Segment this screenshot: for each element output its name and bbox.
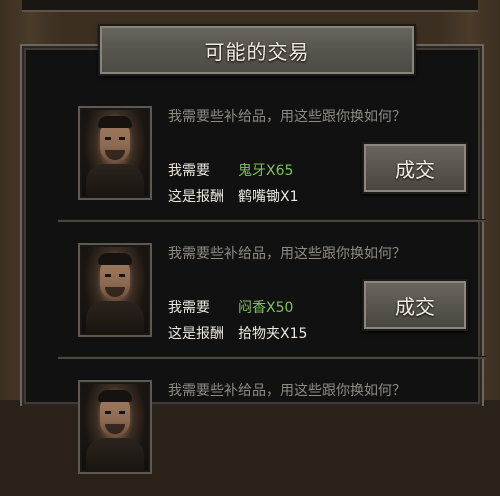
trade-offer-1: 我需要些补给品，用这些跟你换如何？ 我需要 鬼牙X65 这是报酬 鹤嘴锄X1 成… — [58, 90, 486, 222]
deal-button[interactable]: 成交 — [362, 142, 468, 194]
trade-offer-2: 我需要些补给品，用这些跟你换如何？ 我需要 闷香X50 这是报酬 拾物夹X15 … — [58, 227, 486, 359]
deal-button[interactable]: 成交 — [362, 279, 468, 331]
trade-offer-3: 我需要些补给品，用这些跟你换如何？ — [58, 364, 486, 496]
page-title: 可能的交易 — [204, 39, 310, 64]
need-item: 闷香X50 — [238, 300, 294, 316]
npc-portrait — [78, 380, 152, 474]
need-label: 我需要 — [168, 163, 210, 179]
deal-button-label: 成交 — [395, 157, 435, 182]
reward-label: 这是报酬 — [168, 189, 224, 205]
portrait-hair — [98, 390, 132, 402]
npc-portrait — [78, 106, 152, 200]
deal-button-label: 成交 — [395, 294, 435, 319]
portrait-body — [86, 438, 144, 472]
reward-item: 拾物夹X15 — [238, 326, 308, 342]
offer-message: 我需要些补给品，用这些跟你换如何？ — [168, 246, 406, 262]
portrait-eyes — [105, 137, 125, 140]
need-item: 鬼牙X65 — [238, 163, 294, 179]
portrait-body — [86, 164, 144, 198]
offer-message: 我需要些补给品，用这些跟你换如何？ — [168, 109, 406, 125]
portrait-eyes — [105, 274, 125, 277]
portrait-hair — [98, 253, 132, 265]
portrait-hair — [98, 116, 132, 128]
offer-message: 我需要些补给品，用这些跟你换如何？ — [168, 383, 406, 399]
npc-portrait — [78, 243, 152, 337]
need-label: 我需要 — [168, 300, 210, 316]
portrait-eyes — [105, 411, 125, 414]
row-divider — [58, 356, 486, 359]
reward-item: 鹤嘴锄X1 — [238, 189, 299, 205]
portrait-body — [86, 301, 144, 335]
row-divider — [58, 219, 486, 222]
reward-label: 这是报酬 — [168, 326, 224, 342]
top-strip — [22, 0, 478, 12]
trade-panel: 我需要些补给品，用这些跟你换如何？ 我需要 鬼牙X65 这是报酬 鹤嘴锄X1 成… — [20, 44, 486, 474]
title-plate: 可能的交易 — [98, 24, 416, 76]
